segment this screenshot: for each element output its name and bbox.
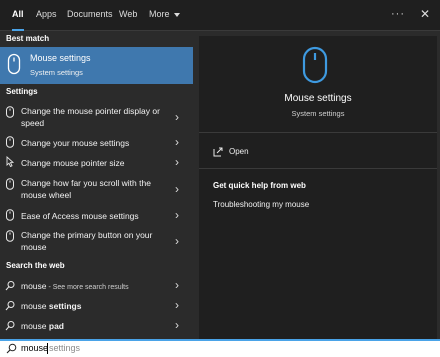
preview-pane: Mouse settings System settings Open Get … — [199, 36, 437, 339]
search-input[interactable]: mouse — [21, 343, 48, 353]
web-suggestion[interactable]: mouse pad › — [0, 319, 193, 333]
list-item[interactable]: Change your mouse settings › — [0, 136, 193, 150]
best-match-subtitle: System settings — [30, 68, 83, 77]
web-suggestion[interactable]: mouse settings › — [0, 299, 193, 313]
web-suggestion-query: mouse — [21, 301, 49, 311]
tab-web[interactable]: Web — [119, 0, 137, 31]
settings-header: Settings — [6, 87, 38, 96]
web-suggestion-query: mouse — [21, 281, 47, 291]
results-list: Best match Mouse settings System setting… — [0, 31, 193, 339]
chevron-right-icon: › — [175, 234, 179, 248]
preview-subtitle: System settings — [291, 109, 345, 118]
search-web-header: Search the web — [6, 261, 65, 270]
preview-title: Mouse settings — [284, 93, 352, 104]
list-item-label: Change mouse pointer size — [21, 158, 125, 168]
list-item-label: Change how far you scroll with the mouse… — [21, 178, 151, 200]
tab-all[interactable]: All — [12, 0, 24, 31]
mouse-icon — [6, 178, 14, 190]
web-suggestion-text: mouse - See more search results — [21, 280, 171, 294]
search-scope-tabs: All Apps Documents Web More ··· ✕ — [0, 0, 440, 31]
tab-documents[interactable]: Documents — [67, 0, 113, 31]
mouse-icon — [6, 136, 14, 148]
web-suggestion-hint: - See more search results — [46, 284, 129, 291]
list-item-label: Change the mouse pointer display or spee… — [21, 106, 160, 128]
close-icon[interactable]: ✕ — [415, 0, 435, 31]
best-match-header: Best match — [6, 34, 50, 43]
list-item[interactable]: Ease of Access mouse settings › — [0, 209, 193, 223]
list-item-label: Ease of Access mouse settings — [21, 211, 139, 221]
best-match-title: Mouse settings — [30, 53, 91, 63]
mouse-icon — [6, 209, 14, 221]
divider — [199, 132, 437, 133]
mouse-icon — [302, 46, 328, 84]
list-item[interactable]: Change mouse pointer size › — [0, 156, 193, 170]
list-item-label: Change the primary button on your mouse — [21, 230, 153, 252]
web-suggestion-text: mouse pad — [21, 320, 171, 332]
web-suggestion-text: mouse settings — [21, 300, 171, 312]
tab-more-label: More — [149, 9, 170, 19]
web-suggestion[interactable]: mouse - See more search results › — [0, 279, 193, 293]
chevron-right-icon: › — [175, 298, 179, 312]
chevron-right-icon: › — [175, 135, 179, 149]
chevron-right-icon: › — [175, 155, 179, 169]
search-icon — [5, 321, 15, 331]
ellipsis-icon[interactable]: ··· — [388, 0, 408, 31]
divider — [199, 168, 437, 169]
open-icon — [213, 147, 223, 157]
search-icon — [5, 301, 15, 311]
search-icon — [5, 281, 15, 291]
help-link[interactable]: Troubleshooting my mouse — [213, 200, 309, 209]
best-match-item[interactable]: Mouse settings System settings — [0, 47, 193, 84]
mouse-icon — [6, 106, 14, 118]
web-suggestion-completion: pad — [48, 321, 64, 331]
search-icon — [6, 343, 17, 354]
mouse-icon — [7, 53, 21, 75]
search-autocomplete: settings — [49, 343, 81, 353]
list-item[interactable]: Change the mouse pointer display or spee… — [0, 105, 193, 131]
chevron-right-icon: › — [175, 182, 179, 196]
text-cursor — [47, 343, 48, 354]
tab-more[interactable]: More — [149, 0, 180, 31]
list-item[interactable]: Change the primary button on your mouse … — [0, 229, 193, 255]
mouse-icon — [6, 230, 14, 242]
tab-apps[interactable]: Apps — [36, 0, 57, 31]
chevron-right-icon: › — [175, 110, 179, 124]
pointer-icon — [6, 156, 15, 168]
web-suggestion-completion: settings — [48, 301, 82, 311]
search-box[interactable]: mouse settings — [0, 339, 440, 357]
open-button[interactable]: Open — [229, 147, 249, 156]
list-item[interactable]: Change how far you scroll with the mouse… — [0, 177, 193, 203]
chevron-right-icon: › — [175, 208, 179, 222]
web-suggestion-query: mouse — [21, 321, 49, 331]
chevron-down-icon — [173, 12, 180, 17]
chevron-right-icon: › — [175, 278, 179, 292]
quick-help-header: Get quick help from web — [213, 181, 306, 190]
list-item-label: Change your mouse settings — [21, 138, 130, 148]
chevron-right-icon: › — [175, 318, 179, 332]
